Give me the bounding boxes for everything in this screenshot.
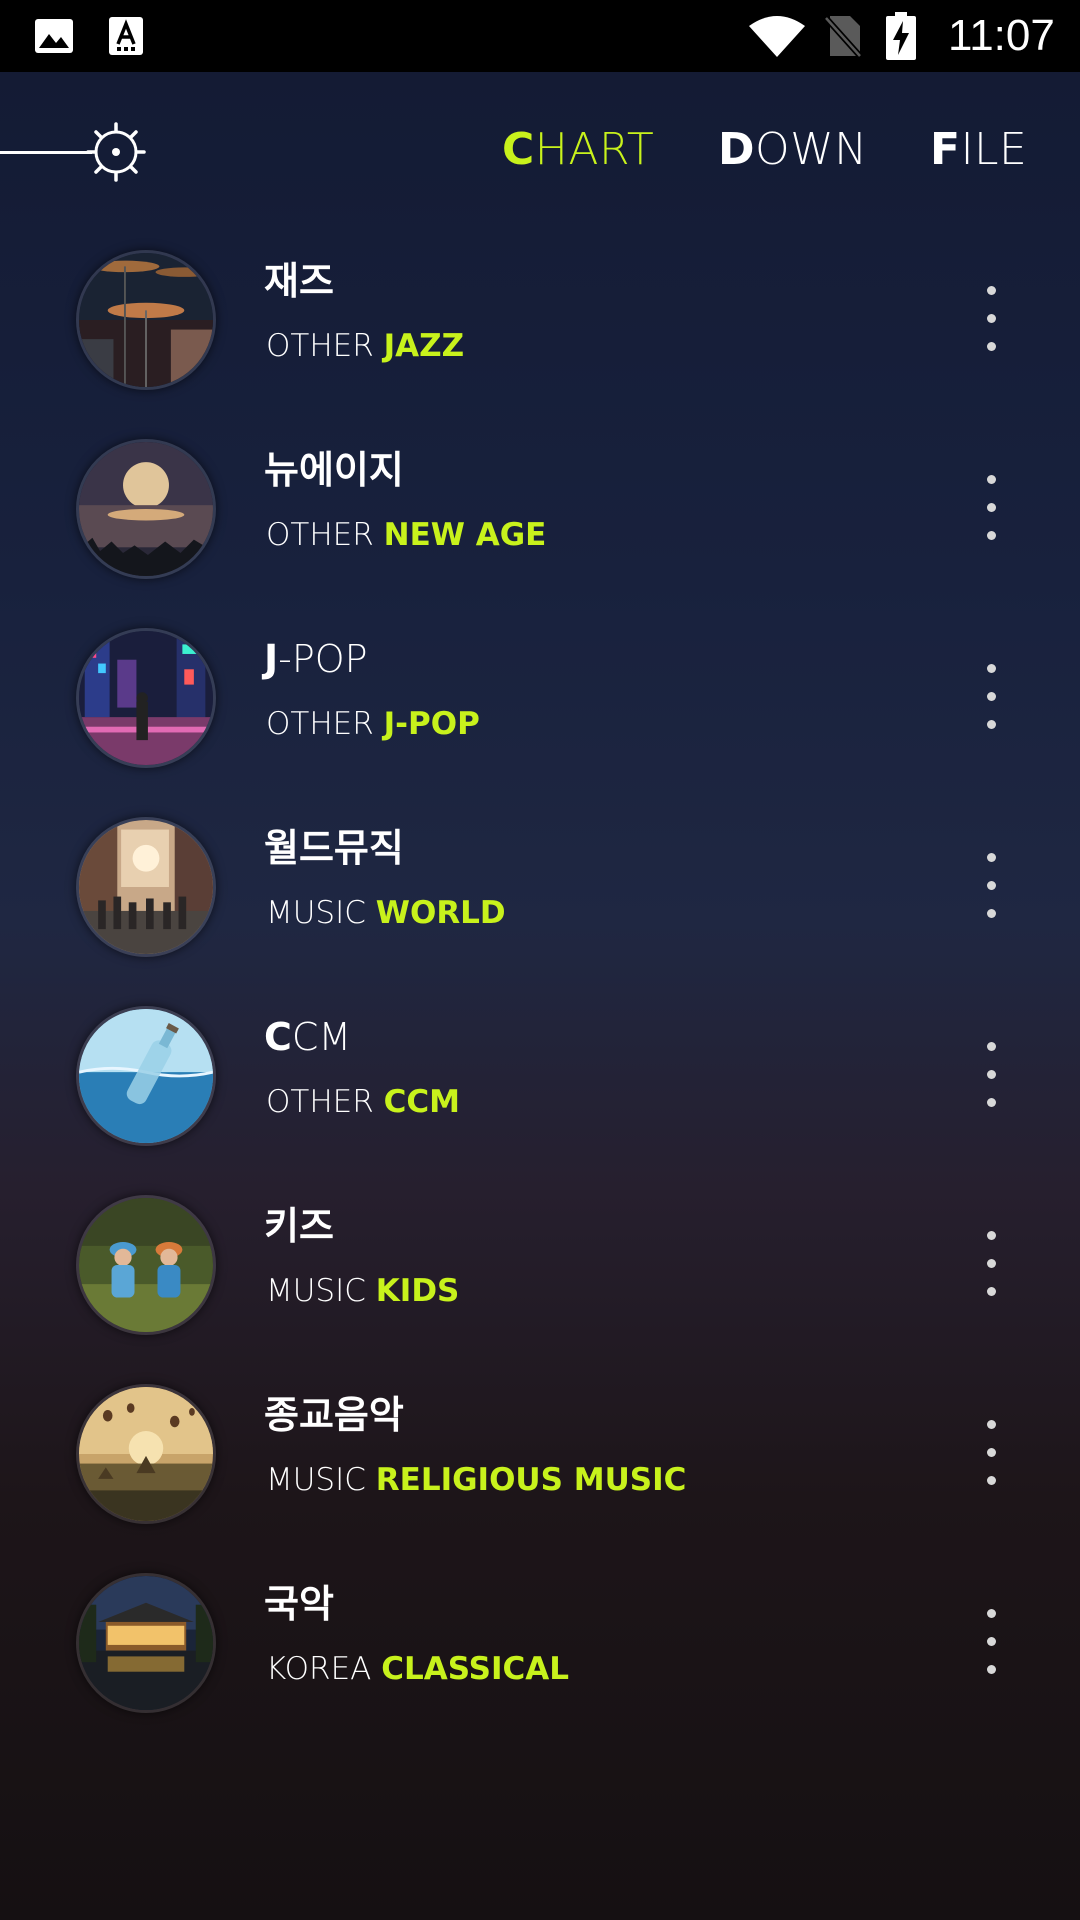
tab-down[interactable]: DOWN: [718, 120, 868, 180]
status-time: 11:07: [948, 11, 1055, 60]
genre-row-kids[interactable]: 키즈 MUSIC KIDS: [0, 1171, 1080, 1360]
genre-title: 키즈: [264, 1204, 334, 1248]
genre-subtitle: KOREA CLASSICAL: [266, 1651, 570, 1687]
more-options-icon[interactable]: [972, 1042, 1012, 1112]
genre-subtitle: OTHER JAZZ: [266, 328, 465, 364]
thumbnail-moon-over-water: [76, 439, 216, 579]
thumbnail-neon-city-street: [76, 628, 216, 768]
no-sim-icon: [824, 15, 862, 58]
more-options-icon[interactable]: [972, 853, 1012, 923]
genre-row-religious-music[interactable]: 종교음악 MUSIC RELIGIOUS MUSIC: [0, 1360, 1080, 1549]
more-options-icon[interactable]: [972, 664, 1012, 734]
genre-title: 월드뮤직: [264, 826, 404, 870]
thumbnail-crowded-street: [76, 817, 216, 957]
more-options-icon[interactable]: [972, 286, 1012, 356]
thumbnail-balloons-over-temples: [76, 1384, 216, 1524]
genre-title: J-POP: [264, 637, 368, 681]
more-options-icon[interactable]: [972, 1231, 1012, 1301]
genre-row-jazz[interactable]: 재즈 OTHER JAZZ: [0, 226, 1080, 415]
more-options-icon[interactable]: [972, 1420, 1012, 1490]
genre-subtitle: MUSIC KIDS: [266, 1273, 460, 1309]
genre-row-ccm[interactable]: CCM OTHER CCM: [0, 982, 1080, 1171]
battery-charging-icon: [886, 12, 916, 60]
genre-subtitle: OTHER NEW AGE: [266, 517, 547, 553]
thumbnail-korean-palace-night: [76, 1573, 216, 1713]
genre-subtitle: OTHER J-POP: [266, 706, 480, 742]
genre-row-classical[interactable]: 국악 KOREA CLASSICAL: [0, 1549, 1080, 1738]
text-a-icon: [109, 17, 143, 55]
settings-gear-icon[interactable]: [86, 122, 146, 182]
more-options-icon[interactable]: [972, 475, 1012, 545]
genre-title: 재즈: [264, 259, 334, 303]
thumbnail-drum-cymbals: [76, 250, 216, 390]
genre-subtitle: MUSIC RELIGIOUS MUSIC: [266, 1462, 687, 1498]
tab-chart[interactable]: CHART: [502, 120, 654, 180]
genre-subtitle: MUSIC WORLD: [266, 895, 506, 931]
gallery-icon: [35, 19, 73, 53]
genre-title: 종교음악: [264, 1393, 404, 1437]
settings-line: [0, 151, 92, 154]
thumbnail-children-in-grass: [76, 1195, 216, 1335]
thumbnail-bottle-in-sea: [76, 1006, 216, 1146]
status-bar: 11:07: [0, 0, 1080, 72]
more-options-icon[interactable]: [972, 1609, 1012, 1679]
tab-file[interactable]: FILE: [930, 120, 1027, 180]
wifi-icon: [749, 16, 805, 57]
genre-row-j-pop[interactable]: J-POP OTHER J-POP: [0, 604, 1080, 793]
genre-row-new-age[interactable]: 뉴에이지 OTHER NEW AGE: [0, 415, 1080, 604]
genre-title: 뉴에이지: [264, 448, 404, 492]
genre-subtitle: OTHER CCM: [266, 1084, 460, 1120]
genre-row-world[interactable]: 월드뮤직 MUSIC WORLD: [0, 793, 1080, 982]
genre-title: CCM: [264, 1015, 352, 1059]
genre-title: 국악: [264, 1582, 334, 1626]
